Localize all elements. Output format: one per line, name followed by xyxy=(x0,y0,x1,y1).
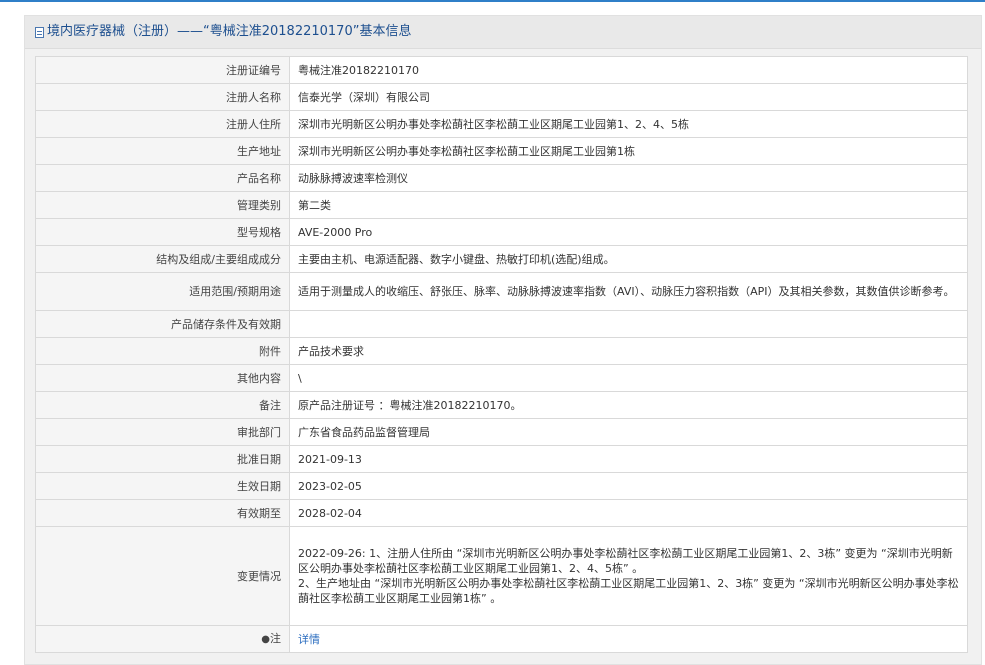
info-panel: 境内医疗器械（注册）——“粤械注准20182210170”基本信息 注册证编号 … xyxy=(24,15,982,665)
table-row: 生产地址 深圳市光明新区公明办事处李松蓢社区李松蓢工业区期尾工业园第1栋 xyxy=(35,137,968,165)
panel-header: 境内医疗器械（注册）——“粤械注准20182210170”基本信息 xyxy=(25,16,981,49)
change-history: 2022-09-26: 1、注册人住所由 “深圳市光明新区公明办事处李松蓢社区李… xyxy=(289,526,968,626)
row-value: 动脉脉搏波速率检测仪 xyxy=(289,164,968,192)
note-label-cell: ●注 xyxy=(35,625,290,653)
row-label: 管理类别 xyxy=(35,191,290,219)
row-label: 生效日期 xyxy=(35,472,290,500)
table-row: 注册证编号 粤械注准20182210170 xyxy=(35,56,968,84)
row-label: 型号规格 xyxy=(35,218,290,246)
row-label: 备注 xyxy=(35,391,290,419)
row-label: 注册人住所 xyxy=(35,110,290,138)
table-row-change: 变更情况 2022-09-26: 1、注册人住所由 “深圳市光明新区公明办事处李… xyxy=(35,526,968,626)
row-value: 原产品注册证号 ：粤械注准20182210170。 xyxy=(289,391,968,419)
row-value: 广东省食品药品监督管理局 xyxy=(289,418,968,446)
row-label: 附件 xyxy=(35,337,290,365)
row-label: 注册证编号 xyxy=(35,56,290,84)
info-table: 注册证编号 粤械注准20182210170 注册人名称 信泰光学（深圳）有限公司… xyxy=(35,56,968,653)
page-title: 境内医疗器械（注册）——“粤械注准20182210170”基本信息 xyxy=(47,24,412,39)
table-row: 型号规格 AVE-2000 Pro xyxy=(35,218,968,246)
pin-icon: ● xyxy=(261,634,270,645)
row-value: 2028-02-04 xyxy=(289,499,968,527)
top-accent-line xyxy=(0,0,985,2)
row-label: 适用范围/预期用途 xyxy=(35,272,290,311)
row-label: 有效期至 xyxy=(35,499,290,527)
row-label: 注册人名称 xyxy=(35,83,290,111)
table-row: 审批部门 广东省食品药品监督管理局 xyxy=(35,418,968,446)
row-value: 2021-09-13 xyxy=(289,445,968,473)
row-value: 主要由主机、电源适配器、数字小键盘、热敏打印机(选配)组成。 xyxy=(289,245,968,273)
row-label: 其他内容 xyxy=(35,364,290,392)
row-value: 粤械注准20182210170 xyxy=(289,56,968,84)
table-row-note: ●注 详情 xyxy=(35,625,968,653)
note-label: 注 xyxy=(270,632,281,645)
row-value: AVE-2000 Pro xyxy=(289,218,968,246)
row-value: 第二类 xyxy=(289,191,968,219)
row-value: 产品技术要求 xyxy=(289,337,968,365)
table-row: 注册人住所 深圳市光明新区公明办事处李松蓢社区李松蓢工业区期尾工业园第1、2、4… xyxy=(35,110,968,138)
change-line: 2022-09-26: 1、注册人住所由 “深圳市光明新区公明办事处李松蓢社区李… xyxy=(298,547,953,575)
table-row: 备注 原产品注册证号 ：粤械注准20182210170。 xyxy=(35,391,968,419)
details-link[interactable]: 详情 xyxy=(298,633,320,646)
row-value: 2023-02-05 xyxy=(289,472,968,500)
table-row: 适用范围/预期用途 适用于测量成人的收缩压、舒张压、脉率、动脉脉搏波速率指数（A… xyxy=(35,272,968,311)
row-label: 审批部门 xyxy=(35,418,290,446)
row-label: 结构及组成/主要组成成分 xyxy=(35,245,290,273)
note-value-cell: 详情 xyxy=(289,625,968,653)
table-row: 批准日期 2021-09-13 xyxy=(35,445,968,473)
row-value: 深圳市光明新区公明办事处李松蓢社区李松蓢工业区期尾工业园第1栋 xyxy=(289,137,968,165)
row-label: 生产地址 xyxy=(35,137,290,165)
document-icon xyxy=(35,26,44,38)
table-row: 有效期至 2028-02-04 xyxy=(35,499,968,527)
table-row: 附件 产品技术要求 xyxy=(35,337,968,365)
table-row: 结构及组成/主要组成成分 主要由主机、电源适配器、数字小键盘、热敏打印机(选配)… xyxy=(35,245,968,273)
table-row: 其他内容 \ xyxy=(35,364,968,392)
table-row: 注册人名称 信泰光学（深圳）有限公司 xyxy=(35,83,968,111)
row-value: 深圳市光明新区公明办事处李松蓢社区李松蓢工业区期尾工业园第1、2、4、5栋 xyxy=(289,110,968,138)
row-value: 适用于测量成人的收缩压、舒张压、脉率、动脉脉搏波速率指数（AVI）、动脉压力容积… xyxy=(289,272,968,311)
row-value xyxy=(289,310,968,338)
row-label: 批准日期 xyxy=(35,445,290,473)
table-row: 产品储存条件及有效期 xyxy=(35,310,968,338)
row-label: 产品名称 xyxy=(35,164,290,192)
table-row: 产品名称 动脉脉搏波速率检测仪 xyxy=(35,164,968,192)
row-label: 变更情况 xyxy=(35,526,290,626)
row-value: \ xyxy=(289,364,968,392)
table-row: 管理类别 第二类 xyxy=(35,191,968,219)
table-row: 生效日期 2023-02-05 xyxy=(35,472,968,500)
change-line: 2、生产地址由 “深圳市光明新区公明办事处李松蓢社区李松蓢工业区期尾工业园第1、… xyxy=(298,577,959,605)
row-value: 信泰光学（深圳）有限公司 xyxy=(289,83,968,111)
row-label: 产品储存条件及有效期 xyxy=(35,310,290,338)
